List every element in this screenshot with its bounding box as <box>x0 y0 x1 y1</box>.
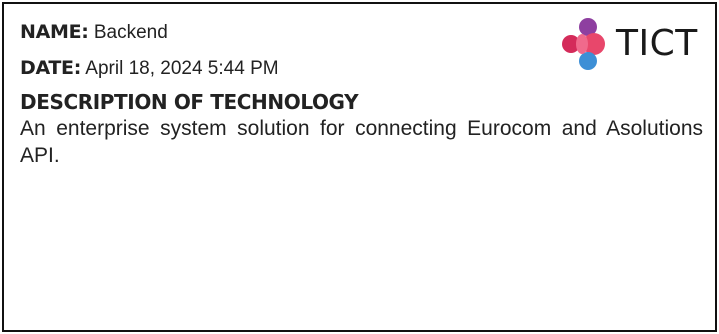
name-field: NAME: Backend <box>20 20 168 45</box>
date-label: DATE: <box>20 57 82 79</box>
tict-logo: TICT <box>558 14 708 74</box>
logo-text: TICT <box>616 23 698 64</box>
date-value: April 18, 2024 5:44 PM <box>85 58 279 79</box>
description-text: An enterprise system solution for connec… <box>20 117 703 167</box>
date-field: DATE: April 18, 2024 5:44 PM <box>20 56 279 81</box>
description-heading: DESCRIPTION OF TECHNOLOGY <box>20 90 359 114</box>
tict-logo-mark-icon <box>562 18 605 70</box>
name-label: NAME: <box>20 21 89 43</box>
name-value: Backend <box>93 22 168 43</box>
technology-card: NAME: Backend DATE: April 18, 2024 5:44 … <box>2 2 717 332</box>
